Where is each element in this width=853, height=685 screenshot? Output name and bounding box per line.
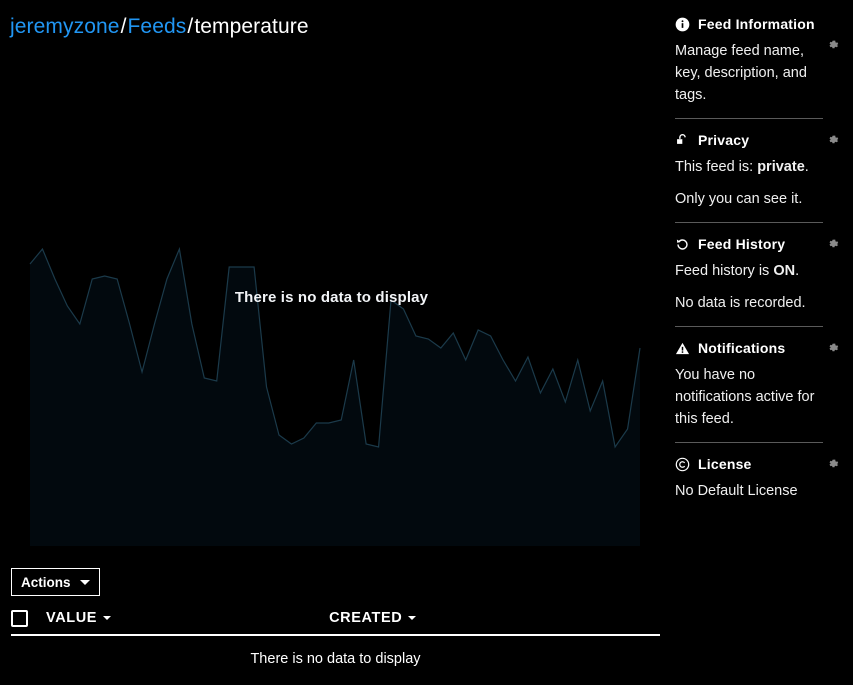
panel-text-privacy-state: This feed is: private.	[675, 156, 823, 178]
panel-body: No Default License	[675, 480, 823, 502]
panel-header: License	[675, 456, 823, 472]
gear-icon[interactable]	[826, 237, 840, 251]
sidebar-panel-feed-information: Feed Information Manage feed name, key, …	[675, 16, 839, 118]
feed-chart-panel[interactable]: There is no data to display	[0, 46, 663, 546]
gear-icon[interactable]	[826, 341, 840, 355]
panel-title: Notifications	[698, 340, 786, 356]
sidebar-panel-license: License No Default License	[675, 442, 839, 514]
breadcrumb: jeremyzone/Feeds/temperature	[10, 12, 309, 42]
breadcrumb-current-feed: temperature	[194, 15, 309, 38]
panel-body: Manage feed name, key, description, and …	[675, 40, 823, 106]
panel-body: This feed is: private. Only you can see …	[675, 156, 823, 210]
unlock-icon	[675, 133, 690, 148]
history-prefix: Feed history is	[675, 263, 774, 279]
panel-header: Notifications	[675, 340, 823, 356]
privacy-prefix: This feed is:	[675, 159, 758, 175]
panel-text: Manage feed name, key, description, and …	[675, 43, 807, 103]
privacy-suffix: .	[804, 159, 809, 175]
feed-detail-page: jeremyzone/Feeds/temperature There is no…	[0, 0, 853, 685]
breadcrumb-owner[interactable]: jeremyzone	[10, 15, 120, 38]
feed-settings-sidebar: Feed Information Manage feed name, key, …	[663, 0, 853, 685]
sort-caret-icon	[103, 616, 112, 620]
select-all-checkbox[interactable]	[11, 609, 28, 627]
panel-header: Privacy	[675, 132, 823, 148]
column-header-created-label: CREATED	[329, 610, 403, 626]
panel-text: No data is recorded.	[675, 295, 806, 311]
breadcrumb-separator-1: /	[120, 15, 127, 38]
panel-text: No Default License	[675, 483, 798, 499]
sidebar-panel-privacy: Privacy This feed is: private. Only you …	[675, 118, 839, 222]
panel-body: Feed history is ON. No data is recorded.	[675, 260, 823, 314]
history-suffix: .	[795, 263, 800, 279]
breadcrumb-feeds[interactable]: Feeds	[128, 15, 187, 38]
panel-title: License	[698, 456, 752, 472]
panel-title: Privacy	[698, 132, 750, 148]
copyright-icon	[675, 457, 690, 472]
panel-header: Feed Information	[675, 16, 823, 32]
table-header-row: VALUE CREATED	[11, 606, 660, 636]
chevron-down-icon	[79, 579, 90, 585]
panel-header: Feed History	[675, 236, 823, 252]
panel-text: Only you can see it.	[675, 191, 803, 207]
chart-empty-message: There is no data to display	[234, 289, 429, 306]
info-icon	[675, 17, 690, 32]
privacy-value: private	[757, 159, 805, 175]
gear-icon[interactable]	[826, 38, 840, 52]
sidebar-panel-notifications: Notifications You have no notifications …	[675, 326, 839, 442]
table-empty-message: There is no data to display	[250, 651, 421, 667]
column-header-value[interactable]: VALUE	[46, 610, 112, 626]
column-header-created[interactable]: CREATED	[329, 610, 417, 626]
gear-icon[interactable]	[826, 457, 840, 471]
sort-caret-icon	[408, 616, 417, 620]
actions-button-label: Actions	[21, 574, 71, 590]
history-value: ON	[773, 263, 796, 279]
panel-text-history-state: Feed history is ON.	[675, 260, 823, 282]
panel-title: Feed History	[698, 236, 786, 252]
warning-triangle-icon	[675, 341, 690, 356]
panel-body: You have no notifications active for thi…	[675, 364, 823, 430]
feed-data-table: VALUE CREATED There is no data to displa…	[11, 606, 660, 682]
panel-title: Feed Information	[698, 16, 815, 32]
column-header-value-label: VALUE	[46, 610, 98, 626]
gear-icon[interactable]	[826, 133, 840, 147]
history-icon	[675, 237, 690, 252]
sidebar-panel-feed-history: Feed History Feed history is ON. No data…	[675, 222, 839, 326]
actions-button[interactable]: Actions	[11, 568, 100, 596]
panel-text: You have no notifications active for thi…	[675, 367, 815, 427]
